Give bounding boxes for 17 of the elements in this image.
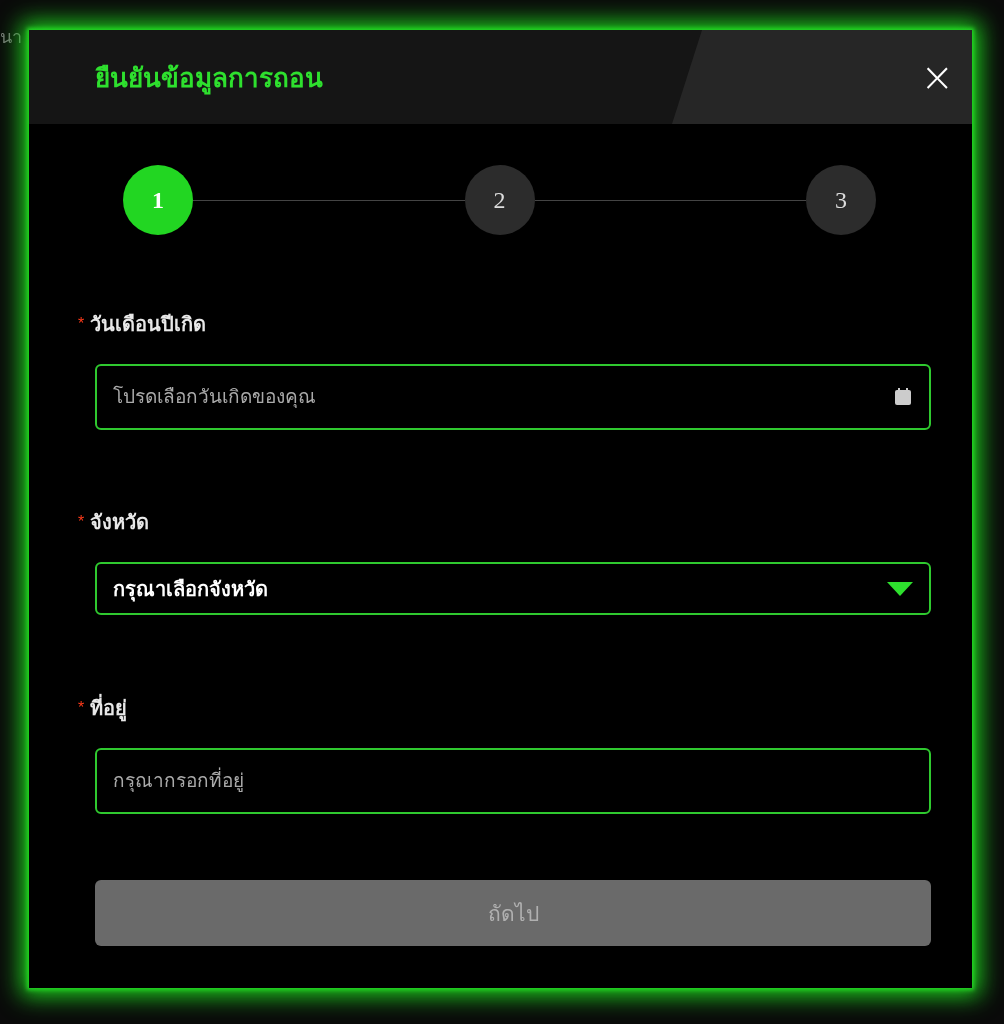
close-button[interactable]: × (916, 57, 958, 97)
dialog-title: ยืนยันข้อมูลการถอน (95, 61, 324, 97)
date-field[interactable]: โปรดเลือกวันเกิดของคุณ (95, 364, 931, 430)
field-label: จังหวัด (90, 510, 150, 535)
background-text: นา (0, 26, 22, 49)
required-mark: * (78, 513, 85, 531)
caret-icon (887, 581, 913, 596)
step-indicator: 1 (123, 165, 193, 235)
field-label: ที่อยู่ (90, 692, 128, 724)
step-indicator: 3 (806, 165, 876, 235)
field-label: วันเดือนปีเกิด (90, 312, 207, 337)
step-indicator: 2 (464, 165, 535, 235)
calendar-icon (893, 387, 913, 407)
address-field[interactable]: กรุณากรอกที่อยู่ (95, 748, 931, 814)
province-select[interactable]: กรุณาเลือกจังหวัด (95, 562, 931, 615)
required-mark: * (78, 315, 85, 333)
required-mark: * (78, 699, 85, 717)
